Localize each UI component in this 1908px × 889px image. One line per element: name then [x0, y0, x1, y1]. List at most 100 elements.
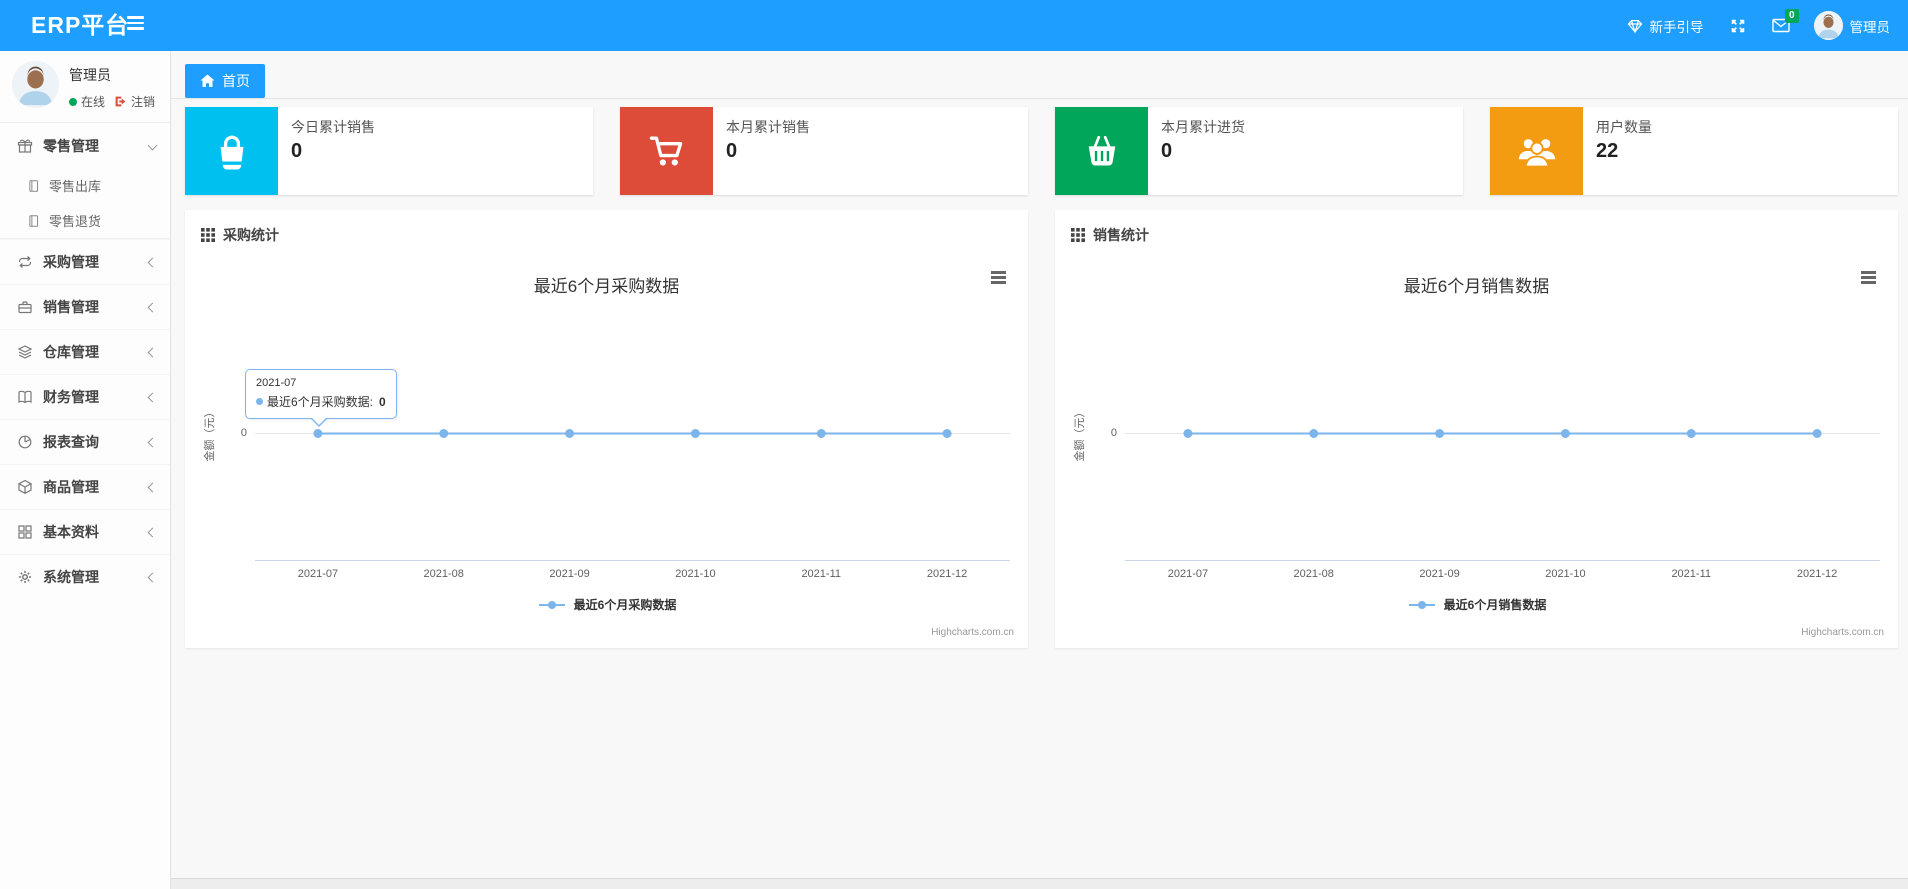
legend-marker-icon: [538, 600, 565, 609]
cube-icon: [17, 479, 33, 495]
erp-dashboard: ERP平台 新手引导 0 管理员 管理员 在线 注销 零售管理 零售出库 零售退…: [0, 0, 1908, 889]
online-status-label: 在线: [81, 95, 106, 109]
stat-label: 今日累计销售: [291, 119, 375, 135]
sidebar-item-warehouse-management[interactable]: 仓库管理: [0, 329, 170, 374]
guide-button[interactable]: 新手引导: [1627, 16, 1704, 36]
sidebar-subitem-retail-outbound[interactable]: 零售出库: [0, 168, 170, 203]
chart-context-menu-button[interactable]: [986, 268, 1010, 290]
chart-title: 最近6个月销售数据: [1403, 277, 1550, 296]
stat-label: 本月累计销售: [726, 119, 810, 135]
stat-value: 22: [1596, 140, 1619, 162]
journal-icon: [27, 214, 40, 228]
chevron-left-icon: [147, 392, 158, 402]
gear-icon: [17, 569, 33, 585]
y-axis-title: 金额（元）: [1074, 406, 1086, 462]
sidebar-item-purchase-management[interactable]: 采购管理: [0, 239, 170, 284]
th-grid-icon: [201, 228, 215, 242]
pie-chart-icon: [17, 434, 33, 450]
guide-label: 新手引导: [1649, 19, 1704, 35]
y-axis-title: 金额（元）: [204, 406, 216, 462]
sidebar-item-product-management[interactable]: 商品管理: [0, 464, 170, 509]
plot-area: [1125, 306, 1880, 561]
highcharts-credit[interactable]: Highcharts.com.cn: [1801, 627, 1884, 638]
sales-chart: 最近6个月销售数据 金额（元） 0 2021-07 2021-08 2021-09 2…: [1055, 256, 1898, 646]
users-icon: [1490, 107, 1583, 195]
stat-label: 用户数量: [1596, 119, 1652, 135]
chevron-down-icon: [147, 140, 158, 151]
chart-title: 最近6个月采购数据: [533, 277, 680, 296]
sidebar-user-name: 管理员: [69, 67, 111, 83]
sidebar-item-retail-management[interactable]: 零售管理: [0, 123, 170, 168]
gift-icon: [17, 138, 33, 154]
sidebar-item-basic-data[interactable]: 基本资料: [0, 509, 170, 554]
brand-logo[interactable]: ERP平台: [31, 0, 129, 51]
main-content: 首页 今日累计销售 0 本月累计销售 0 本月累计进货 0 用户数量 22 采购…: [171, 51, 1908, 889]
x-axis-label: 2021-12: [1796, 568, 1838, 580]
stat-value: 0: [1161, 140, 1173, 162]
panel-purchase-stats: 采购统计 最近6个月采购数据 金额（元） 0 2021-07 2021-08 202…: [185, 210, 1028, 648]
plot-area: [255, 306, 1010, 561]
sidebar-item-finance-management[interactable]: 财务管理: [0, 374, 170, 419]
stat-card-today-sales: 今日累计销售 0: [185, 107, 593, 195]
series-dot-icon: [256, 398, 263, 405]
sidebar-avatar: [12, 61, 59, 108]
purchase-chart: 最近6个月采购数据 金额（元） 0 2021-07 2021-08 2021-09 2…: [185, 256, 1028, 646]
sidebar-toggle-button[interactable]: [127, 16, 149, 36]
panel-title: 销售统计: [1093, 227, 1149, 243]
highcharts-credit[interactable]: Highcharts.com.cn: [931, 627, 1014, 638]
logout-link[interactable]: 注销: [131, 93, 155, 110]
sign-out-icon: [114, 95, 127, 108]
x-axis-label: 2021-11: [801, 568, 841, 580]
messages-button[interactable]: 0: [1771, 8, 1799, 34]
expand-icon: [1730, 18, 1746, 34]
chevron-left-icon: [147, 257, 158, 267]
chevron-left-icon: [147, 572, 158, 582]
chart-tooltip: 2021-07 最近6个月采购数据: 0: [245, 369, 397, 427]
gem-icon: [1627, 18, 1643, 34]
x-axis-label: 2021-09: [1419, 568, 1460, 580]
y-axis-tick: 0: [1110, 427, 1117, 439]
exchange-icon: [17, 254, 33, 270]
panel-sales-stats: 销售统计 最近6个月销售数据 金额（元） 0 2021-07 2021-08 202…: [1055, 210, 1898, 648]
footer-strip: [171, 878, 1908, 889]
sidebar-item-sales-management[interactable]: 销售管理: [0, 284, 170, 329]
stat-card-month-purchase: 本月累计进货 0: [1055, 107, 1463, 195]
shopping-basket-icon: [1055, 107, 1148, 195]
sidebar-subitem-retail-return[interactable]: 零售退货: [0, 203, 170, 238]
sidebar: 管理员 在线 注销 零售管理 零售出库 零售退货 采购管理 销售管理 仓库管理 …: [0, 51, 171, 889]
chart-context-menu-button[interactable]: [1856, 268, 1880, 290]
journal-icon: [27, 179, 40, 193]
top-navbar: ERP平台 新手引导 0 管理员: [0, 0, 1908, 51]
layers-icon: [17, 344, 33, 360]
navbar-right: 新手引导 0 管理员: [1627, 0, 1891, 51]
chevron-left-icon: [147, 302, 158, 312]
tab-divider: [171, 98, 1908, 99]
user-menu[interactable]: 管理员: [1813, 11, 1891, 40]
chevron-left-icon: [147, 482, 158, 492]
shopping-bag-icon: [185, 107, 278, 195]
x-axis-labels: 2021-07 2021-08 2021-09 2021-10 2021-11 2021-…: [1125, 568, 1880, 580]
message-count-badge: 0: [1784, 8, 1799, 23]
sidebar-item-report-query[interactable]: 报表查询: [0, 419, 170, 464]
sidebar-menu: 零售管理 零售出库 零售退货 采购管理 销售管理 仓库管理 财务管理 报表查询 …: [0, 123, 170, 599]
fullscreen-button[interactable]: [1730, 18, 1746, 34]
legend-item[interactable]: 最近6个月销售数据: [1055, 596, 1898, 613]
x-axis-label: 2021-08: [423, 568, 464, 580]
legend-item[interactable]: 最近6个月采购数据: [185, 596, 1028, 613]
stat-value: 0: [291, 140, 303, 162]
user-name: 管理员: [1849, 19, 1891, 35]
chevron-left-icon: [147, 527, 158, 537]
sidebar-item-system-management[interactable]: 系统管理: [0, 554, 170, 599]
avatar: [1813, 11, 1843, 40]
stat-card-month-sales: 本月累计销售 0: [620, 107, 1028, 195]
briefcase-icon: [17, 299, 33, 315]
x-axis-label: 2021-09: [549, 568, 590, 580]
x-axis-label: 2021-07: [1167, 568, 1209, 580]
tab-home[interactable]: 首页: [185, 64, 265, 98]
x-axis-label: 2021-07: [297, 568, 339, 580]
x-axis-label: 2021-10: [1545, 568, 1586, 580]
x-axis-label: 2021-08: [1293, 568, 1334, 580]
x-axis-labels: 2021-07 2021-08 2021-09 2021-10 2021-11 2021-…: [255, 568, 1010, 580]
stat-card-user-count: 用户数量 22: [1490, 107, 1898, 195]
shopping-cart-icon: [620, 107, 713, 195]
